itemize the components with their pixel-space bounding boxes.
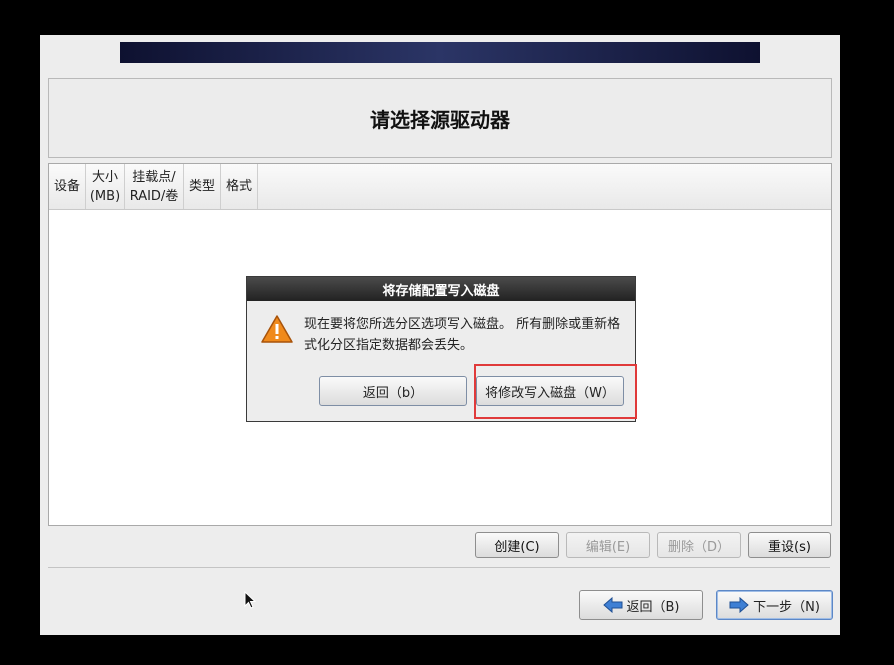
page-title: 请选择源驱动器: [370, 107, 510, 132]
column-mount-point[interactable]: 挂载点/ RAID/卷: [125, 164, 184, 209]
column-device[interactable]: 设备: [49, 164, 86, 209]
next-button-label: 下一步（N): [753, 599, 820, 615]
back-button[interactable]: 返回（B): [579, 590, 703, 620]
warning-icon: [261, 315, 293, 343]
column-type[interactable]: 类型: [184, 164, 221, 209]
table-header: 设备 大小 (MB) 挂载点/ RAID/卷 类型 格式: [49, 164, 831, 210]
partition-toolbar: 创建(C) 编辑(E) 删除（D） 重设(s): [40, 532, 840, 560]
column-size[interactable]: 大小 (MB): [86, 164, 125, 209]
column-format[interactable]: 格式: [221, 164, 258, 209]
highlight-box: [474, 364, 637, 419]
arrow-right-icon: [729, 597, 749, 613]
installer-window: 请选择源驱动器 设备 大小 (MB) 挂载点/ RAID/卷 类型 格式 创建(…: [40, 35, 840, 635]
dialog-message: 现在要将您所选分区选项写入磁盘。 所有删除或重新格式化分区指定数据都会丢失。: [304, 317, 621, 353]
title-box: 请选择源驱动器: [48, 78, 832, 158]
delete-button[interactable]: 删除（D）: [657, 532, 741, 558]
back-button-label: 返回（B): [626, 599, 680, 615]
divider: [48, 567, 830, 568]
create-button[interactable]: 创建(C): [475, 532, 559, 558]
edit-button[interactable]: 编辑(E): [566, 532, 650, 558]
dialog-title: 将存储配置写入磁盘: [247, 277, 635, 301]
dialog-back-button[interactable]: 返回（b）: [319, 376, 467, 406]
arrow-left-icon: [602, 597, 622, 613]
top-banner: [120, 42, 760, 63]
mouse-cursor-icon: [244, 591, 256, 609]
next-button[interactable]: 下一步（N): [716, 590, 833, 620]
reset-button[interactable]: 重设(s): [748, 532, 831, 558]
